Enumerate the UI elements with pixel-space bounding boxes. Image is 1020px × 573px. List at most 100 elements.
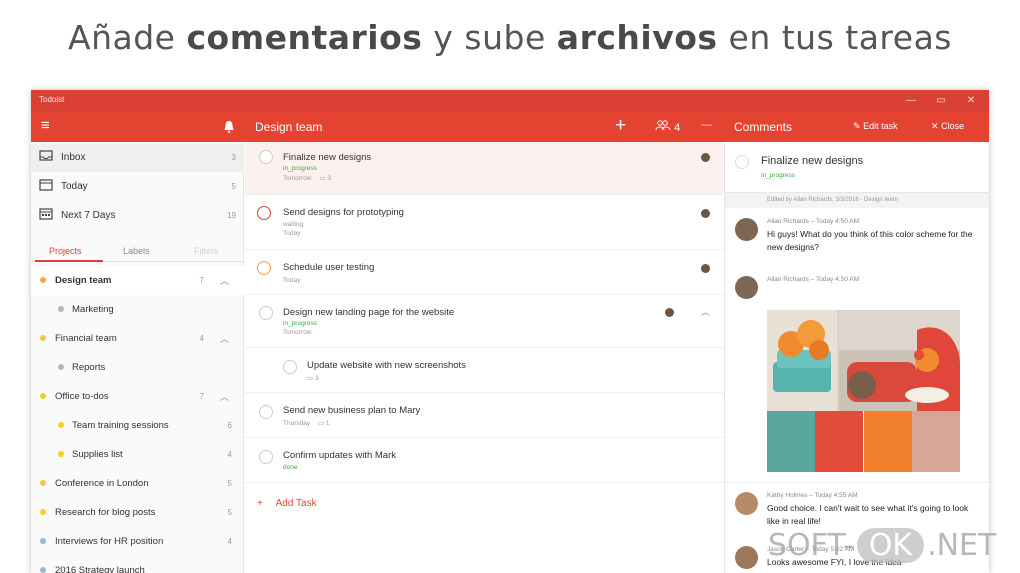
task-list: Finalize new designs in_progress Tomorro…: [245, 142, 723, 573]
collapse-icon[interactable]: ︿: [220, 332, 229, 345]
sidebar-item-inbox[interactable]: Inbox 3: [31, 144, 244, 172]
watermark-right: .NET: [927, 528, 997, 563]
task-title: Design new landing page for the website: [283, 307, 455, 318]
project-color-dot: [58, 422, 64, 428]
sidebar-item-label: Next 7 Days: [61, 210, 116, 221]
project-label: Financial team: [55, 333, 117, 344]
comment-image-attachment[interactable]: [767, 310, 960, 472]
sidebar-item-interviews-for-hr-position[interactable]: Interviews for HR position 4: [31, 527, 244, 556]
calendar-icon: [39, 208, 53, 220]
task-row[interactable]: Send new business plan to Mary Thursday …: [245, 393, 723, 438]
task-row[interactable]: Send designs for prototyping waiting Tod…: [245, 195, 723, 250]
tab-labels[interactable]: Labels: [123, 246, 150, 256]
sidebar-item-office-to-dos[interactable]: Office to-dos 7 ︿: [31, 382, 244, 411]
task-row[interactable]: Design new landing page for the website …: [245, 295, 723, 348]
sidebar-item-marketing[interactable]: Marketing: [31, 295, 244, 324]
task-checkbox[interactable]: [283, 360, 297, 374]
collapse-icon[interactable]: ︿: [220, 390, 229, 403]
divider: [725, 482, 989, 483]
color-swatch: [912, 411, 960, 472]
task-row[interactable]: Confirm updates with Mark done: [245, 438, 723, 483]
sidebar-item-count: 5: [231, 182, 236, 191]
screenshot-stage: Añade comentarios y sube archivos en tus…: [0, 0, 1020, 573]
subtask-row[interactable]: Update website with new screenshots ▭ 3: [245, 348, 723, 393]
project-label: Design team: [55, 275, 112, 286]
project-color-dot: [40, 277, 46, 283]
promo-headline: Añade comentarios y sube archivos en tus…: [0, 18, 1020, 57]
assignee-avatar[interactable]: [701, 209, 710, 218]
sidebar-item-supplies-list[interactable]: Supplies list 4: [31, 440, 244, 469]
task-title: Schedule user testing: [283, 262, 375, 273]
comment-icon: ▭: [317, 420, 325, 427]
comment-author: Allan Richards – Today 4:50 AM: [767, 218, 860, 225]
headline-bold-2: archivos: [556, 18, 718, 57]
close-window-icon[interactable]: ✕: [957, 93, 985, 109]
task-date-row: Tomorrow ▭ 3: [283, 174, 331, 182]
color-swatch: [767, 411, 815, 472]
sidebar-item-design-team[interactable]: Design team 7 ︿: [31, 266, 244, 295]
comment-icon: ▭: [307, 375, 314, 382]
notifications-icon[interactable]: [224, 120, 234, 133]
members-button[interactable]: 4: [655, 120, 680, 134]
task-row[interactable]: Schedule user testing Today: [245, 250, 723, 295]
task-checkbox[interactable]: [259, 150, 273, 164]
task-comment-count: 1: [325, 420, 330, 427]
task-checkbox-priority-2[interactable]: [257, 261, 271, 275]
assignee-avatar[interactable]: [701, 264, 710, 273]
headline-text-3: en tus tareas: [728, 18, 952, 57]
project-label: 2016 Strategy launch: [55, 565, 145, 573]
project-count: 6: [227, 421, 232, 430]
task-comment-row: ▭ 3: [307, 374, 319, 382]
sidebar-item-team-training-sessions[interactable]: Team training sessions 6: [31, 411, 244, 440]
more-icon[interactable]: —: [701, 119, 712, 131]
active-tab-indicator: [35, 260, 103, 262]
collapse-icon[interactable]: ︿: [220, 274, 229, 287]
comment-author: Kathy Holmes – Today 4:55 AM: [767, 492, 858, 499]
task-checkbox-priority-1[interactable]: [257, 206, 271, 220]
watermark-left: SOFT-: [768, 528, 854, 563]
maximize-icon[interactable]: ▭: [927, 93, 955, 109]
sidebar-item-financial-team[interactable]: Financial team 4 ︿: [31, 324, 244, 353]
task-date: Tomorrow: [283, 175, 312, 182]
project-count: 5: [227, 508, 232, 517]
project-count: 7: [199, 276, 204, 285]
project-label: Conference in London: [55, 478, 149, 489]
task-checkbox[interactable]: [259, 450, 273, 464]
minimize-icon[interactable]: —: [897, 93, 925, 109]
sidebar-item-research-for-blog-posts[interactable]: Research for blog posts 5: [31, 498, 244, 527]
project-label: Team training sessions: [72, 420, 169, 431]
tab-filters[interactable]: Filters: [194, 246, 219, 256]
add-task-button[interactable]: + Add Task: [257, 498, 317, 509]
project-label: Supplies list: [72, 449, 123, 460]
edit-task-button[interactable]: ✎ Edit task: [853, 121, 898, 132]
project-color-dot: [40, 480, 46, 486]
sidebar-item-reports[interactable]: Reports: [31, 353, 244, 382]
menu-icon[interactable]: ≡: [41, 118, 50, 133]
task-row[interactable]: Finalize new designs in_progress Tomorro…: [245, 142, 723, 195]
close-comments-button[interactable]: ✕ Close: [931, 121, 964, 132]
collapse-subtasks-icon[interactable]: ︿: [701, 305, 710, 318]
assignee-avatar[interactable]: [701, 153, 710, 162]
project-count: 4: [199, 334, 204, 343]
pencil-icon: ✎: [853, 121, 861, 131]
task-checkbox[interactable]: [259, 306, 273, 320]
tab-projects[interactable]: Projects: [49, 246, 82, 256]
inbox-icon: [39, 150, 53, 162]
watermark: SOFT- OK .NET: [768, 528, 996, 568]
task-title: Send new business plan to Mary: [283, 405, 421, 416]
task-comment-count: 3: [314, 375, 319, 382]
sidebar-item-2016-strategy-launch[interactable]: 2016 Strategy launch: [31, 556, 244, 573]
project-color-dot: [40, 393, 46, 399]
sidebar-item-conference-in-london[interactable]: Conference in London 5: [31, 469, 244, 498]
assignee-avatar[interactable]: [665, 308, 674, 317]
sidebar-item-today[interactable]: Today 5: [31, 173, 244, 201]
sidebar-item-label: Inbox: [61, 152, 86, 163]
sidebar-item-next-7-days[interactable]: Next 7 Days 19: [31, 202, 244, 230]
project-label: Reports: [72, 362, 106, 373]
project-color-dot: [40, 567, 46, 573]
project-label: Office to-dos: [55, 391, 109, 402]
task-checkbox[interactable]: [735, 155, 749, 169]
task-checkbox[interactable]: [259, 405, 273, 419]
project-title: Design team: [255, 120, 323, 134]
add-task-icon[interactable]: +: [615, 115, 626, 137]
